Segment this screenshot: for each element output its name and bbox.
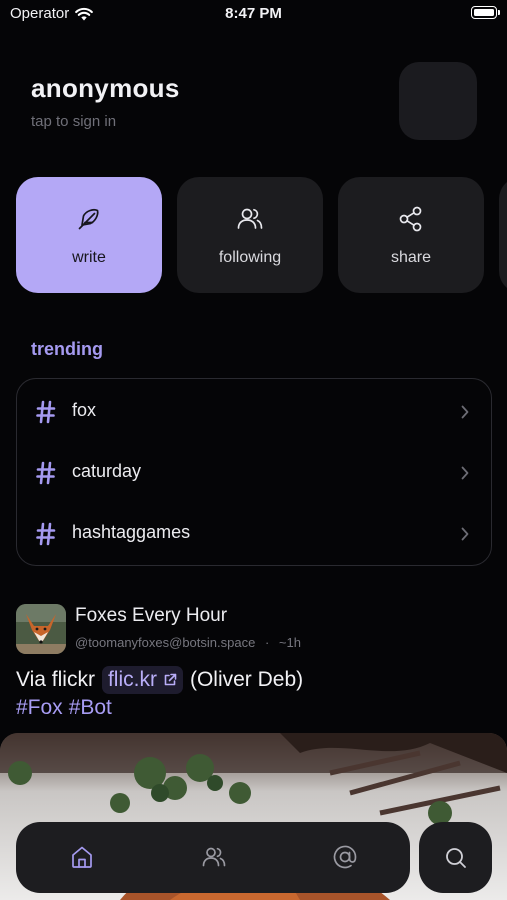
share-icon [395, 203, 427, 235]
home-icon [72, 846, 92, 868]
profile-name[interactable]: anonymous [31, 73, 180, 104]
chevron-right-icon [461, 466, 469, 480]
post-author-name[interactable]: Foxes Every Hour [75, 605, 227, 627]
hashtag-icon [36, 461, 56, 485]
chevron-right-icon [461, 405, 469, 419]
status-bar: Operator 8:47 PM [0, 0, 507, 28]
trending-label: hashtaggames [72, 522, 191, 542]
write-button[interactable]: write [16, 177, 162, 293]
chevron-right-icon [461, 527, 469, 541]
post-hashtag-bot[interactable]: #Bot [69, 696, 112, 719]
share-button[interactable]: share [338, 177, 484, 293]
at-sign-icon [333, 845, 357, 869]
action-row: write following share [16, 177, 507, 293]
hashtag-icon [36, 400, 56, 424]
tab-mentions[interactable] [330, 842, 360, 872]
post-link[interactable]: flic.kr [101, 666, 183, 694]
trending-label: fox [72, 400, 97, 420]
write-label: write [72, 249, 106, 266]
sign-in-hint[interactable]: tap to sign in [31, 113, 116, 130]
users-icon [202, 847, 226, 867]
fox-avatar-image [16, 604, 66, 654]
clock: 8:47 PM [225, 5, 282, 22]
trending-title: trending [31, 339, 103, 359]
post-time: ~1h [278, 635, 301, 650]
tab-home[interactable] [67, 842, 97, 872]
search-button[interactable] [419, 822, 492, 893]
share-label: share [390, 249, 432, 266]
trending-item-fox[interactable]: fox [17, 382, 491, 442]
tab-following[interactable] [199, 842, 229, 872]
hashtag-icon [36, 522, 56, 546]
battery-icon [471, 6, 500, 19]
post-hashtags: #Fox #Bot [16, 696, 112, 720]
post-author-handle[interactable]: @toomanyfoxes@botsin.space [75, 635, 255, 650]
trending-label: caturday [72, 461, 142, 481]
meta-separator: · [264, 635, 270, 650]
users-icon [234, 203, 266, 235]
post-link-label: flic.kr [107, 668, 157, 691]
feather-icon [73, 203, 105, 235]
avatar[interactable] [399, 62, 477, 140]
trending-item-caturday[interactable]: caturday [17, 443, 491, 503]
post-hashtag-fox[interactable]: #Fox [16, 696, 63, 719]
trending-list: fox caturday hashtaggames [16, 378, 492, 566]
post-author-avatar[interactable] [16, 604, 66, 654]
more-action-card[interactable] [499, 177, 507, 293]
tab-bar [16, 822, 410, 893]
trending-item-hashtaggames[interactable]: hashtaggames [17, 504, 491, 564]
following-label: following [218, 249, 282, 266]
external-link-icon [164, 673, 177, 686]
post-text: Via flickr flic.kr (Oliver Deb) [16, 666, 303, 694]
post-meta: @toomanyfoxes@botsin.space · ~1h [75, 635, 301, 650]
following-button[interactable]: following [177, 177, 323, 293]
post-text-suffix: (Oliver Deb) [189, 668, 304, 691]
search-icon [445, 847, 466, 868]
post-text-prefix: Via flickr [16, 668, 95, 691]
